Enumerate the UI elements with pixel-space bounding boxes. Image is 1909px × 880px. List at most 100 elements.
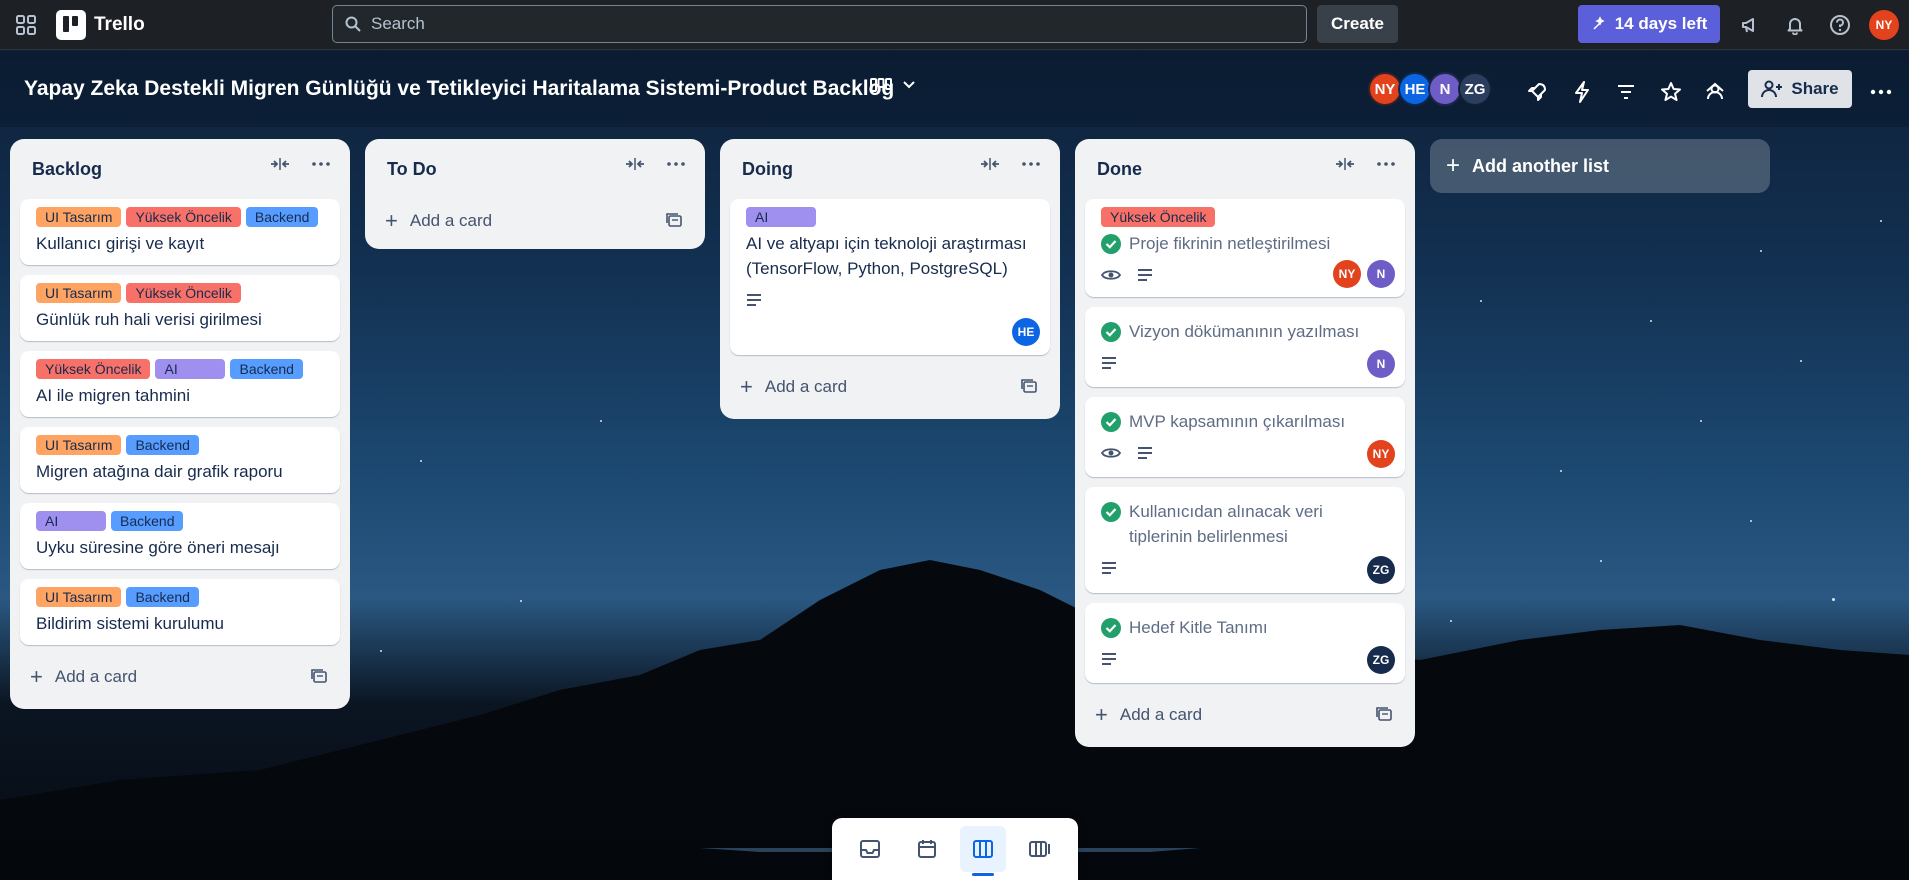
switch-boards-button[interactable]: [1017, 826, 1063, 872]
card[interactable]: UI Tasarım Backend Bildirim sistemi kuru…: [20, 579, 340, 645]
card-template-icon[interactable]: [310, 668, 328, 684]
board-view-switcher[interactable]: [870, 77, 916, 93]
megaphone-icon[interactable]: [1737, 12, 1763, 38]
card-title: Hedef Kitle Tanımı: [1129, 618, 1268, 637]
card-template-icon[interactable]: [665, 212, 683, 228]
list-todo: To Do + Add a card: [365, 139, 705, 249]
add-list-label: Add another list: [1472, 155, 1610, 176]
card-label[interactable]: Backend: [126, 587, 199, 607]
card-label[interactable]: AI: [746, 207, 816, 227]
card-member-avatar[interactable]: NY: [1367, 440, 1395, 468]
notification-bell-icon[interactable]: [1782, 12, 1808, 38]
collapse-list-icon[interactable]: [980, 157, 1000, 171]
card-member-avatar[interactable]: N: [1367, 260, 1395, 288]
add-card-button[interactable]: + Add a card: [1085, 693, 1405, 737]
card-member-avatar[interactable]: ZG: [1367, 556, 1395, 584]
inbox-view-button[interactable]: [847, 826, 893, 872]
collapse-list-icon[interactable]: [270, 157, 290, 171]
card[interactable]: Kullanıcıdan alınacak veri tiplerinin be…: [1085, 487, 1405, 593]
app-switcher-icon[interactable]: [10, 9, 42, 41]
list-title[interactable]: Done: [1097, 159, 1142, 180]
card-label[interactable]: Yüksek Öncelik: [1101, 207, 1216, 227]
filter-icon[interactable]: [1613, 79, 1639, 105]
visibility-workspace-icon[interactable]: [1702, 79, 1728, 105]
card-label[interactable]: Backend: [126, 435, 199, 455]
card-member-avatar[interactable]: N: [1367, 350, 1395, 378]
add-card-button[interactable]: + Add a card: [375, 199, 695, 243]
list-title[interactable]: Doing: [742, 159, 793, 180]
member-avatar[interactable]: HE: [1398, 72, 1432, 106]
card-label[interactable]: Backend: [111, 511, 184, 531]
card-title: Günlük ruh hali verisi girilmesi: [36, 310, 262, 329]
board-view-button[interactable]: [960, 826, 1007, 876]
card[interactable]: Yüksek Öncelik Proje fikrinin netleştiri…: [1085, 199, 1405, 297]
list-title[interactable]: Backlog: [32, 159, 102, 180]
completed-check-icon[interactable]: [1101, 234, 1121, 254]
board-members[interactable]: NY HE N ZG: [1368, 72, 1492, 106]
search-input[interactable]: Search: [332, 5, 1307, 43]
card[interactable]: UI Tasarım Yüksek Öncelik Günlük ruh hal…: [20, 275, 340, 341]
card-label[interactable]: UI Tasarım: [36, 283, 122, 303]
collapse-list-icon[interactable]: [1335, 157, 1355, 171]
card-label[interactable]: UI Tasarım: [36, 587, 122, 607]
add-card-button[interactable]: + Add a card: [20, 655, 340, 699]
card-template-icon[interactable]: [1020, 378, 1038, 394]
list-actions-icon[interactable]: [1377, 162, 1395, 166]
card[interactable]: UI Tasarım Backend Migren atağına dair g…: [20, 427, 340, 493]
card-label[interactable]: AI: [36, 511, 106, 531]
planner-view-button[interactable]: [904, 826, 950, 872]
trial-button[interactable]: 14 days left: [1578, 5, 1720, 43]
add-card-button[interactable]: + Add a card: [730, 365, 1050, 409]
card-label[interactable]: AI: [155, 359, 226, 379]
automation-lightning-icon[interactable]: [1569, 79, 1595, 105]
completed-check-icon[interactable]: [1101, 618, 1121, 638]
help-icon[interactable]: [1827, 12, 1853, 38]
list-title[interactable]: To Do: [387, 159, 437, 180]
card-template-icon[interactable]: [1375, 706, 1393, 722]
create-button[interactable]: Create: [1317, 5, 1398, 43]
card-label[interactable]: UI Tasarım: [36, 435, 122, 455]
description-icon: [1102, 562, 1116, 574]
card-member-avatar[interactable]: NY: [1333, 260, 1361, 288]
card-member-avatar[interactable]: HE: [1012, 318, 1040, 346]
card[interactable]: Yüksek Öncelik AI Backend AI ile migren …: [20, 351, 340, 417]
list-actions-icon[interactable]: [312, 162, 330, 166]
power-ups-rocket-icon[interactable]: [1524, 79, 1550, 105]
card[interactable]: Vizyon dökümanının yazılması N: [1085, 307, 1405, 387]
card[interactable]: Hedef Kitle Tanımı ZG: [1085, 603, 1405, 683]
card-label[interactable]: UI Tasarım: [36, 207, 122, 227]
member-avatar[interactable]: NY: [1368, 72, 1402, 106]
card-label[interactable]: Yüksek Öncelik: [36, 359, 151, 379]
list-actions-icon[interactable]: [667, 162, 685, 166]
member-avatar[interactable]: N: [1428, 72, 1462, 106]
list-actions-icon[interactable]: [1022, 162, 1040, 166]
collapse-list-icon[interactable]: [625, 157, 645, 171]
board-title[interactable]: Yapay Zeka Destekli Migren Günlüğü ve Te…: [24, 77, 894, 101]
card-title: Uyku süresine göre öneri mesajı: [36, 538, 280, 557]
card-title: Vizyon dökümanının yazılması: [1129, 322, 1360, 341]
card[interactable]: AI Backend Uyku süresine göre öneri mesa…: [20, 503, 340, 569]
card-label[interactable]: Backend: [245, 207, 319, 227]
card[interactable]: UI Tasarım Yüksek Öncelik Backend Kullan…: [20, 199, 340, 265]
star-icon[interactable]: [1658, 79, 1684, 105]
list-doing: Doing AI AI ve altyapı için teknoloji ar…: [720, 139, 1060, 419]
add-card-label: Add a card: [764, 377, 848, 396]
user-avatar[interactable]: NY: [1869, 10, 1899, 40]
completed-check-icon[interactable]: [1101, 322, 1121, 342]
add-another-list-button[interactable]: + Add another list: [1430, 139, 1770, 193]
card[interactable]: MVP kapsamının çıkarılması NY: [1085, 397, 1405, 477]
share-button[interactable]: Share: [1748, 70, 1852, 108]
card-title: AI ile migren tahmini: [36, 386, 191, 405]
card-label[interactable]: Yüksek Öncelik: [126, 207, 241, 227]
completed-check-icon[interactable]: [1101, 502, 1121, 522]
member-avatar[interactable]: ZG: [1458, 72, 1492, 106]
card-label[interactable]: Yüksek Öncelik: [126, 283, 241, 303]
board-menu-icon[interactable]: [1868, 79, 1894, 105]
card-member-avatar[interactable]: ZG: [1367, 646, 1395, 674]
completed-check-icon[interactable]: [1101, 412, 1121, 432]
plus-icon: +: [1095, 702, 1108, 727]
add-card-label: Add a card: [409, 211, 493, 230]
card-label[interactable]: Backend: [230, 359, 303, 379]
card[interactable]: AI AI ve altyapı için teknoloji araştırm…: [730, 199, 1050, 355]
trello-logo[interactable]: Trello: [56, 9, 145, 40]
